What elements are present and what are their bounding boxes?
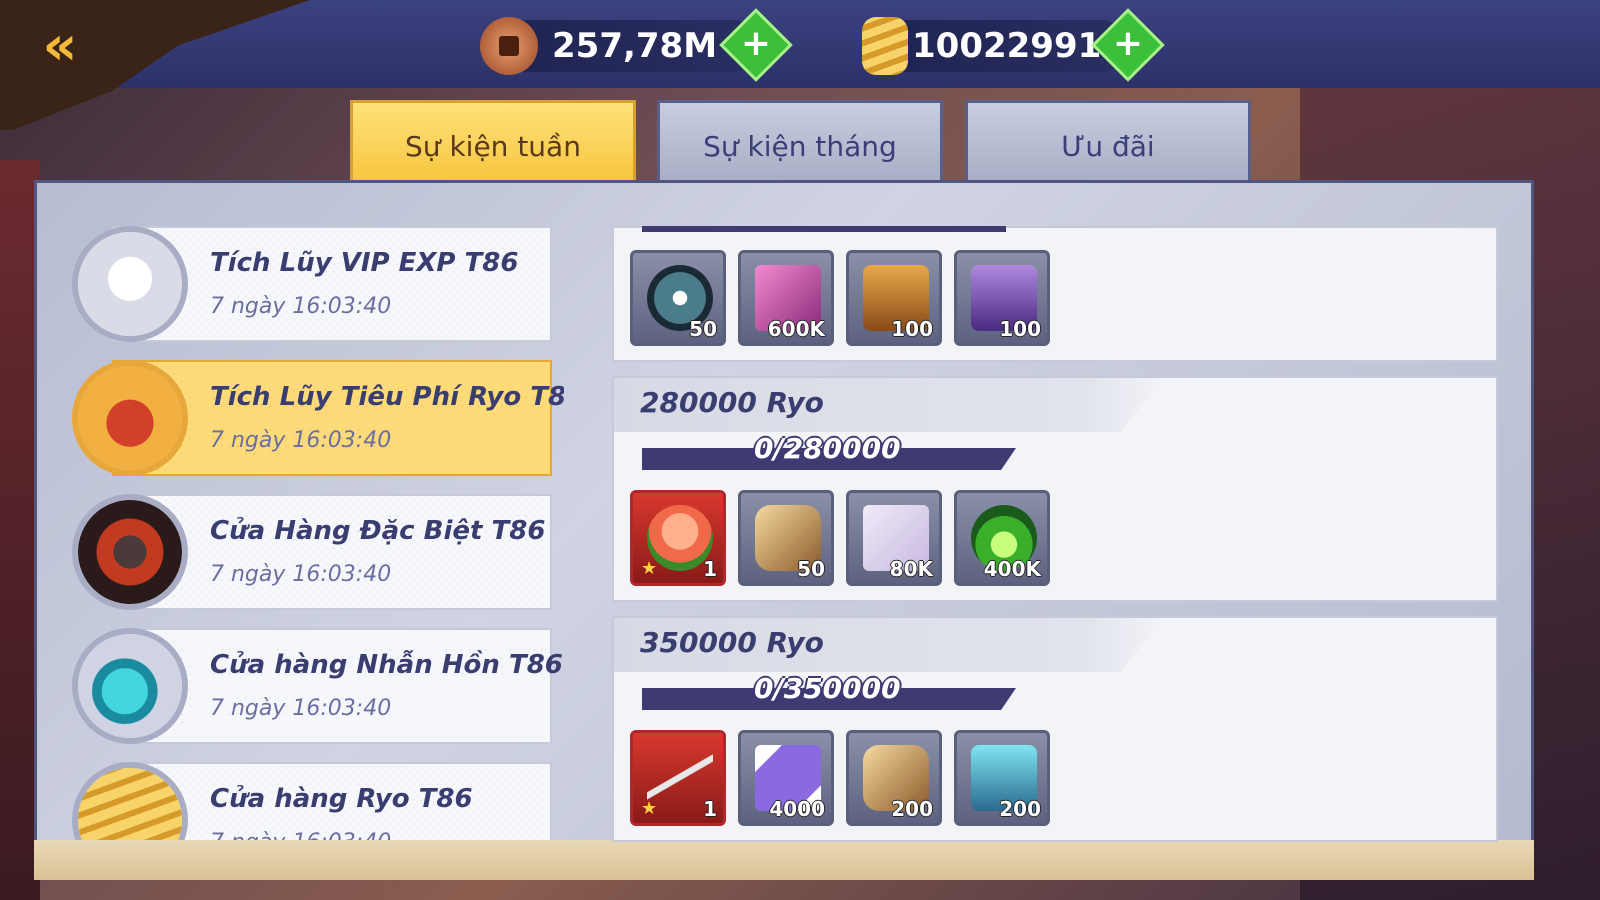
item-quantity: 100 [891,317,933,341]
event-list: Tích Lũy VIP EXP T86 7 ngày 16:03:40 Tíc… [64,220,564,840]
item-quantity: 200 [891,797,933,821]
reward-item[interactable]: 200 [846,730,942,826]
back-button[interactable]: « [28,18,92,74]
progress-bar-remnant [642,226,1006,232]
add-ryo-button[interactable]: + [719,8,793,82]
item-quantity: 4000 [769,797,825,821]
panel-footer [34,840,1534,880]
gold-ingot-icon [862,17,908,75]
item-quantity: 1 [703,797,717,821]
top-bar: « 257,78M + 100229912 + [0,0,1600,130]
item-quantity: 80K [889,557,933,581]
blue-soul-icon [72,628,188,744]
reward-item[interactable]: 4000 [738,730,834,826]
reward-item[interactable]: ★ 1 [630,490,726,586]
gold-ingot-icon [72,762,188,840]
event-time: 7 ngày 16:03:40 [210,696,392,721]
item-quantity: 50 [689,317,717,341]
tier-title: 350000 Ryo [640,626,824,659]
event-time: 7 ngày 16:03:40 [210,562,392,587]
event-special-shop[interactable]: Cửa Hàng Đặc Biệt T86 7 ngày 16:03:40 [72,494,552,610]
tier-title: 280000 Ryo [640,386,824,419]
ryo-coin-icon [480,17,538,75]
progress-text: 0/280000 [754,432,901,465]
ryo-value: 257,78M [552,26,718,66]
reward-item[interactable]: 80K [846,490,942,586]
lucky-cat-icon [72,226,188,342]
reward-item[interactable]: 50 [738,490,834,586]
event-title: Cửa hàng Ryo T86 [210,784,473,814]
star-icon: ★ [641,798,658,819]
tab-monthly-events[interactable]: Sự kiện tháng [657,100,943,180]
plus-icon: + [740,23,772,64]
item-quantity: 600K [767,317,825,341]
reward-tier-card: 50 600K 100 100 [612,226,1498,362]
reward-item[interactable]: 100 [846,250,942,346]
ryo-currency: 257,78M + [480,8,793,82]
item-quantity: 200 [999,797,1041,821]
event-ryo-shop[interactable]: Cửa hàng Ryo T86 7 ngày 16:03:40 [72,762,552,840]
event-title: Cửa Hàng Đặc Biệt T86 [210,516,546,546]
fire-bird-icon [72,494,188,610]
reward-item[interactable]: 400K [954,490,1050,586]
event-ryo-spend[interactable]: Tích Lũy Tiêu Phí Ryo T86 7 ngày 16:03:4… [72,360,564,476]
event-vip-exp[interactable]: Tích Lũy VIP EXP T86 7 ngày 16:03:40 [72,226,552,342]
reward-item[interactable]: 100 [954,250,1050,346]
event-title: Tích Lũy Tiêu Phí Ryo T86 [210,382,564,412]
reward-tier-card: 350000 Ryo 0/350000 ★ 1 4000 200 200 [612,616,1498,842]
reward-item[interactable]: 50 [630,250,726,346]
reward-item[interactable]: ★ 1 [630,730,726,826]
reward-item[interactable]: 600K [738,250,834,346]
gold-currency: 100229912 + [862,8,1165,82]
event-title: Tích Lũy VIP EXP T86 [210,248,519,278]
reward-item[interactable]: 200 [954,730,1050,826]
item-quantity: 50 [797,557,825,581]
event-soul-ring-shop[interactable]: Cửa hàng Nhẫn Hồn T86 7 ngày 16:03:40 [72,628,563,744]
event-time: 7 ngày 16:03:40 [210,294,392,319]
tab-offers[interactable]: Ưu đãi [965,100,1251,180]
reward-tier-card: 280000 Ryo 0/280000 ★ 1 50 80K 400K [612,376,1498,602]
gold-basket-icon [72,360,188,476]
star-icon: ★ [641,558,658,579]
progress-text: 0/350000 [754,672,901,705]
event-time: 7 ngày 16:03:40 [210,830,391,840]
plus-icon: + [1112,23,1144,64]
add-gold-button[interactable]: + [1091,8,1165,82]
tab-weekly-events[interactable]: Sự kiện tuần [350,100,636,180]
item-quantity: 1 [703,557,717,581]
event-time: 7 ngày 16:03:40 [210,428,392,453]
event-title: Cửa hàng Nhẫn Hồn T86 [210,650,563,680]
item-quantity: 100 [999,317,1041,341]
item-quantity: 400K [983,557,1041,581]
